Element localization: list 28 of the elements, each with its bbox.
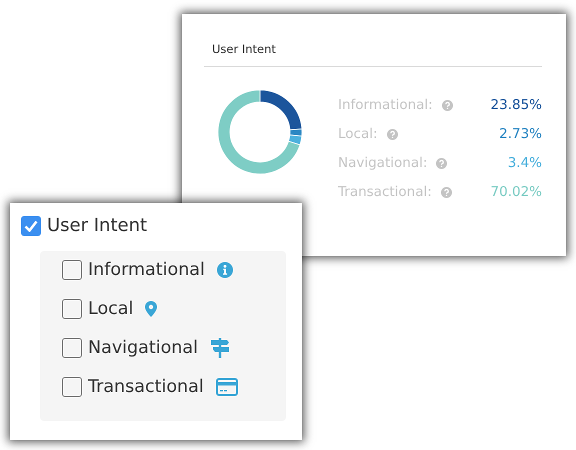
help-icon[interactable] [436,158,448,168]
legend-label: Transactional: [338,183,432,202]
help-icon[interactable] [386,128,398,140]
legend-label: Informational: [338,96,433,115]
checkbox[interactable] [21,216,41,236]
checkbox[interactable] [62,260,82,280]
legend-value: 70.02% [490,183,542,202]
info-icon [216,262,233,278]
help-icon[interactable] [440,186,452,198]
legend-value: 23.85% [490,96,542,115]
checkbox-label: Informational [88,259,205,282]
legend-value: 3.4% [508,154,542,173]
signpost-icon [210,338,230,358]
legend-value: 2.73% [499,125,542,144]
checkbox-label: User Intent [47,215,148,236]
checkbox[interactable] [62,299,82,319]
checkbox-label: Navigational [88,337,198,360]
help-icon[interactable] [442,100,453,110]
checkbox[interactable] [62,377,82,397]
legend-label: Local: [338,125,378,144]
card-title: User Intent [211,42,276,58]
location-pin-icon [145,301,158,317]
checkbox-label: Transactional [88,376,204,399]
check-icon [24,220,38,232]
checkbox[interactable] [62,338,82,358]
credit-card-icon [216,378,238,396]
legend-label: Navigational: [338,154,428,173]
checkbox-label: Local [88,298,134,321]
